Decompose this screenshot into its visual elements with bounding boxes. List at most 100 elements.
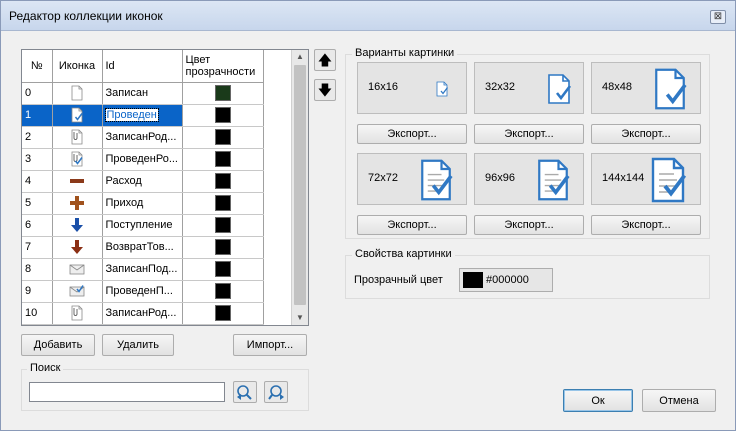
scroll-thumb[interactable]	[294, 65, 306, 305]
row-number: 10	[22, 302, 53, 325]
row-id[interactable]: Записан	[102, 82, 183, 105]
row-id[interactable]: Приход	[102, 192, 183, 215]
row-id-text: Расход	[105, 175, 142, 187]
title-bar: Редактор коллекции иконок ⊠	[1, 1, 735, 31]
row-color[interactable]	[182, 192, 264, 215]
variant-size-label: 72x72	[368, 172, 398, 184]
row-number: 4	[22, 170, 53, 193]
search-input[interactable]	[29, 382, 225, 402]
row-color-swatch	[214, 151, 231, 167]
row-color-swatch	[214, 195, 231, 211]
row-id[interactable]: Расход	[102, 170, 183, 193]
row-id-text: ПроведенРо...	[105, 153, 179, 165]
scroll-up-icon[interactable]: ▲	[292, 50, 308, 64]
variant-size-label: 16x16	[368, 81, 398, 93]
row-id[interactable]: Проведен	[102, 104, 183, 127]
row-color-swatch	[214, 305, 231, 321]
header-color[interactable]: Цвет прозрачности	[182, 50, 264, 83]
close-icon[interactable]: ⊠	[710, 10, 726, 24]
header-icon[interactable]: Иконка	[52, 50, 103, 83]
row-icon	[52, 82, 103, 105]
variant-tile-96x96[interactable]: 96x96	[474, 153, 584, 205]
minus-icon	[69, 173, 85, 189]
search-next-button[interactable]	[264, 381, 288, 403]
row-id-text: Поступление	[105, 219, 173, 231]
row-color[interactable]	[182, 104, 264, 127]
row-color-swatch	[214, 261, 231, 277]
table-row[interactable]: 3 ПроведенРо...	[22, 148, 264, 171]
scroll-down-icon[interactable]: ▼	[292, 311, 308, 325]
table-row[interactable]: 7 ВозвратТов...	[22, 236, 264, 259]
table-scrollbar[interactable]: ▲ ▼	[291, 50, 308, 325]
variant-tile-16x16[interactable]: 16x16	[357, 62, 467, 114]
table-row[interactable]: 9 ПроведенП...	[22, 280, 264, 303]
export-button-32x32[interactable]: Экспорт...	[474, 124, 584, 144]
cancel-button[interactable]: Отмена	[642, 389, 716, 412]
row-icon	[52, 236, 103, 259]
move-down-button[interactable]: 🡇	[314, 79, 336, 101]
table-row[interactable]: 4 Расход	[22, 170, 264, 193]
arrow-down-brown-icon	[69, 239, 85, 255]
search-label: Поиск	[27, 362, 64, 374]
row-color[interactable]	[182, 280, 264, 303]
row-color-swatch	[214, 283, 231, 299]
export-button-16x16[interactable]: Экспорт...	[357, 124, 467, 144]
row-id[interactable]: ПроведенРо...	[102, 148, 183, 171]
doc-clip-icon	[69, 129, 85, 145]
row-icon	[52, 126, 103, 149]
table-row[interactable]: 6 Поступление	[22, 214, 264, 237]
row-id[interactable]: ЗаписанПод...	[102, 258, 183, 281]
variant-tile-72x72[interactable]: 72x72	[357, 153, 467, 205]
row-color[interactable]	[182, 236, 264, 259]
row-color-swatch	[214, 107, 231, 123]
row-icon	[52, 258, 103, 281]
row-color[interactable]	[182, 214, 264, 237]
row-color-swatch	[214, 85, 231, 101]
import-button[interactable]: Импорт...	[233, 334, 307, 356]
variant-preview-icon	[436, 81, 449, 97]
row-id-text: Записан	[105, 87, 149, 99]
ok-button[interactable]: Ок	[563, 389, 633, 412]
transparent-color-swatch	[463, 272, 483, 288]
variant-tile-32x32[interactable]: 32x32	[474, 62, 584, 114]
variant-tile-144x144[interactable]: 144x144	[591, 153, 701, 205]
table-row[interactable]: 2 ЗаписанРод...	[22, 126, 264, 149]
add-button[interactable]: Добавить	[21, 334, 95, 356]
variant-tile-48x48[interactable]: 48x48	[591, 62, 701, 114]
move-up-button[interactable]: 🡅	[314, 49, 336, 71]
table-row[interactable]: 10 ЗаписанРод...	[22, 302, 264, 325]
table-row[interactable]: 1 Проведен	[22, 104, 264, 127]
properties-label: Свойства картинки	[352, 248, 455, 260]
row-color[interactable]	[182, 82, 264, 105]
table-row[interactable]: 5 Приход	[22, 192, 264, 215]
row-id[interactable]: ВозвратТов...	[102, 236, 183, 259]
row-id[interactable]: Поступление	[102, 214, 183, 237]
row-id-text: Приход	[105, 197, 144, 209]
row-id-text: ПроведенП...	[105, 285, 173, 297]
table-row[interactable]: 0 Записан	[22, 82, 264, 105]
row-id[interactable]: ЗаписанРод...	[102, 302, 183, 325]
row-color[interactable]	[182, 258, 264, 281]
delete-button[interactable]: Удалить	[102, 334, 174, 356]
search-prev-button[interactable]	[233, 381, 257, 403]
row-number: 7	[22, 236, 53, 259]
row-id[interactable]: ПроведенП...	[102, 280, 183, 303]
variant-preview-icon	[655, 68, 687, 110]
export-button-72x72[interactable]: Экспорт...	[357, 215, 467, 235]
export-button-144x144[interactable]: Экспорт...	[591, 215, 701, 235]
header-id[interactable]: Id	[102, 50, 183, 83]
transparent-color-field[interactable]: #000000	[459, 268, 553, 292]
export-button-96x96[interactable]: Экспорт...	[474, 215, 584, 235]
row-id-text: ВозвратТов...	[105, 241, 174, 253]
row-color[interactable]	[182, 148, 264, 171]
row-number: 5	[22, 192, 53, 215]
row-color-swatch	[214, 129, 231, 145]
export-button-48x48[interactable]: Экспорт...	[591, 124, 701, 144]
variant-preview-icon	[548, 74, 572, 104]
row-color[interactable]	[182, 302, 264, 325]
row-id[interactable]: ЗаписанРод...	[102, 126, 183, 149]
table-row[interactable]: 8 ЗаписанПод...	[22, 258, 264, 281]
header-num[interactable]: №	[22, 50, 53, 83]
row-color[interactable]	[182, 126, 264, 149]
row-color[interactable]	[182, 170, 264, 193]
